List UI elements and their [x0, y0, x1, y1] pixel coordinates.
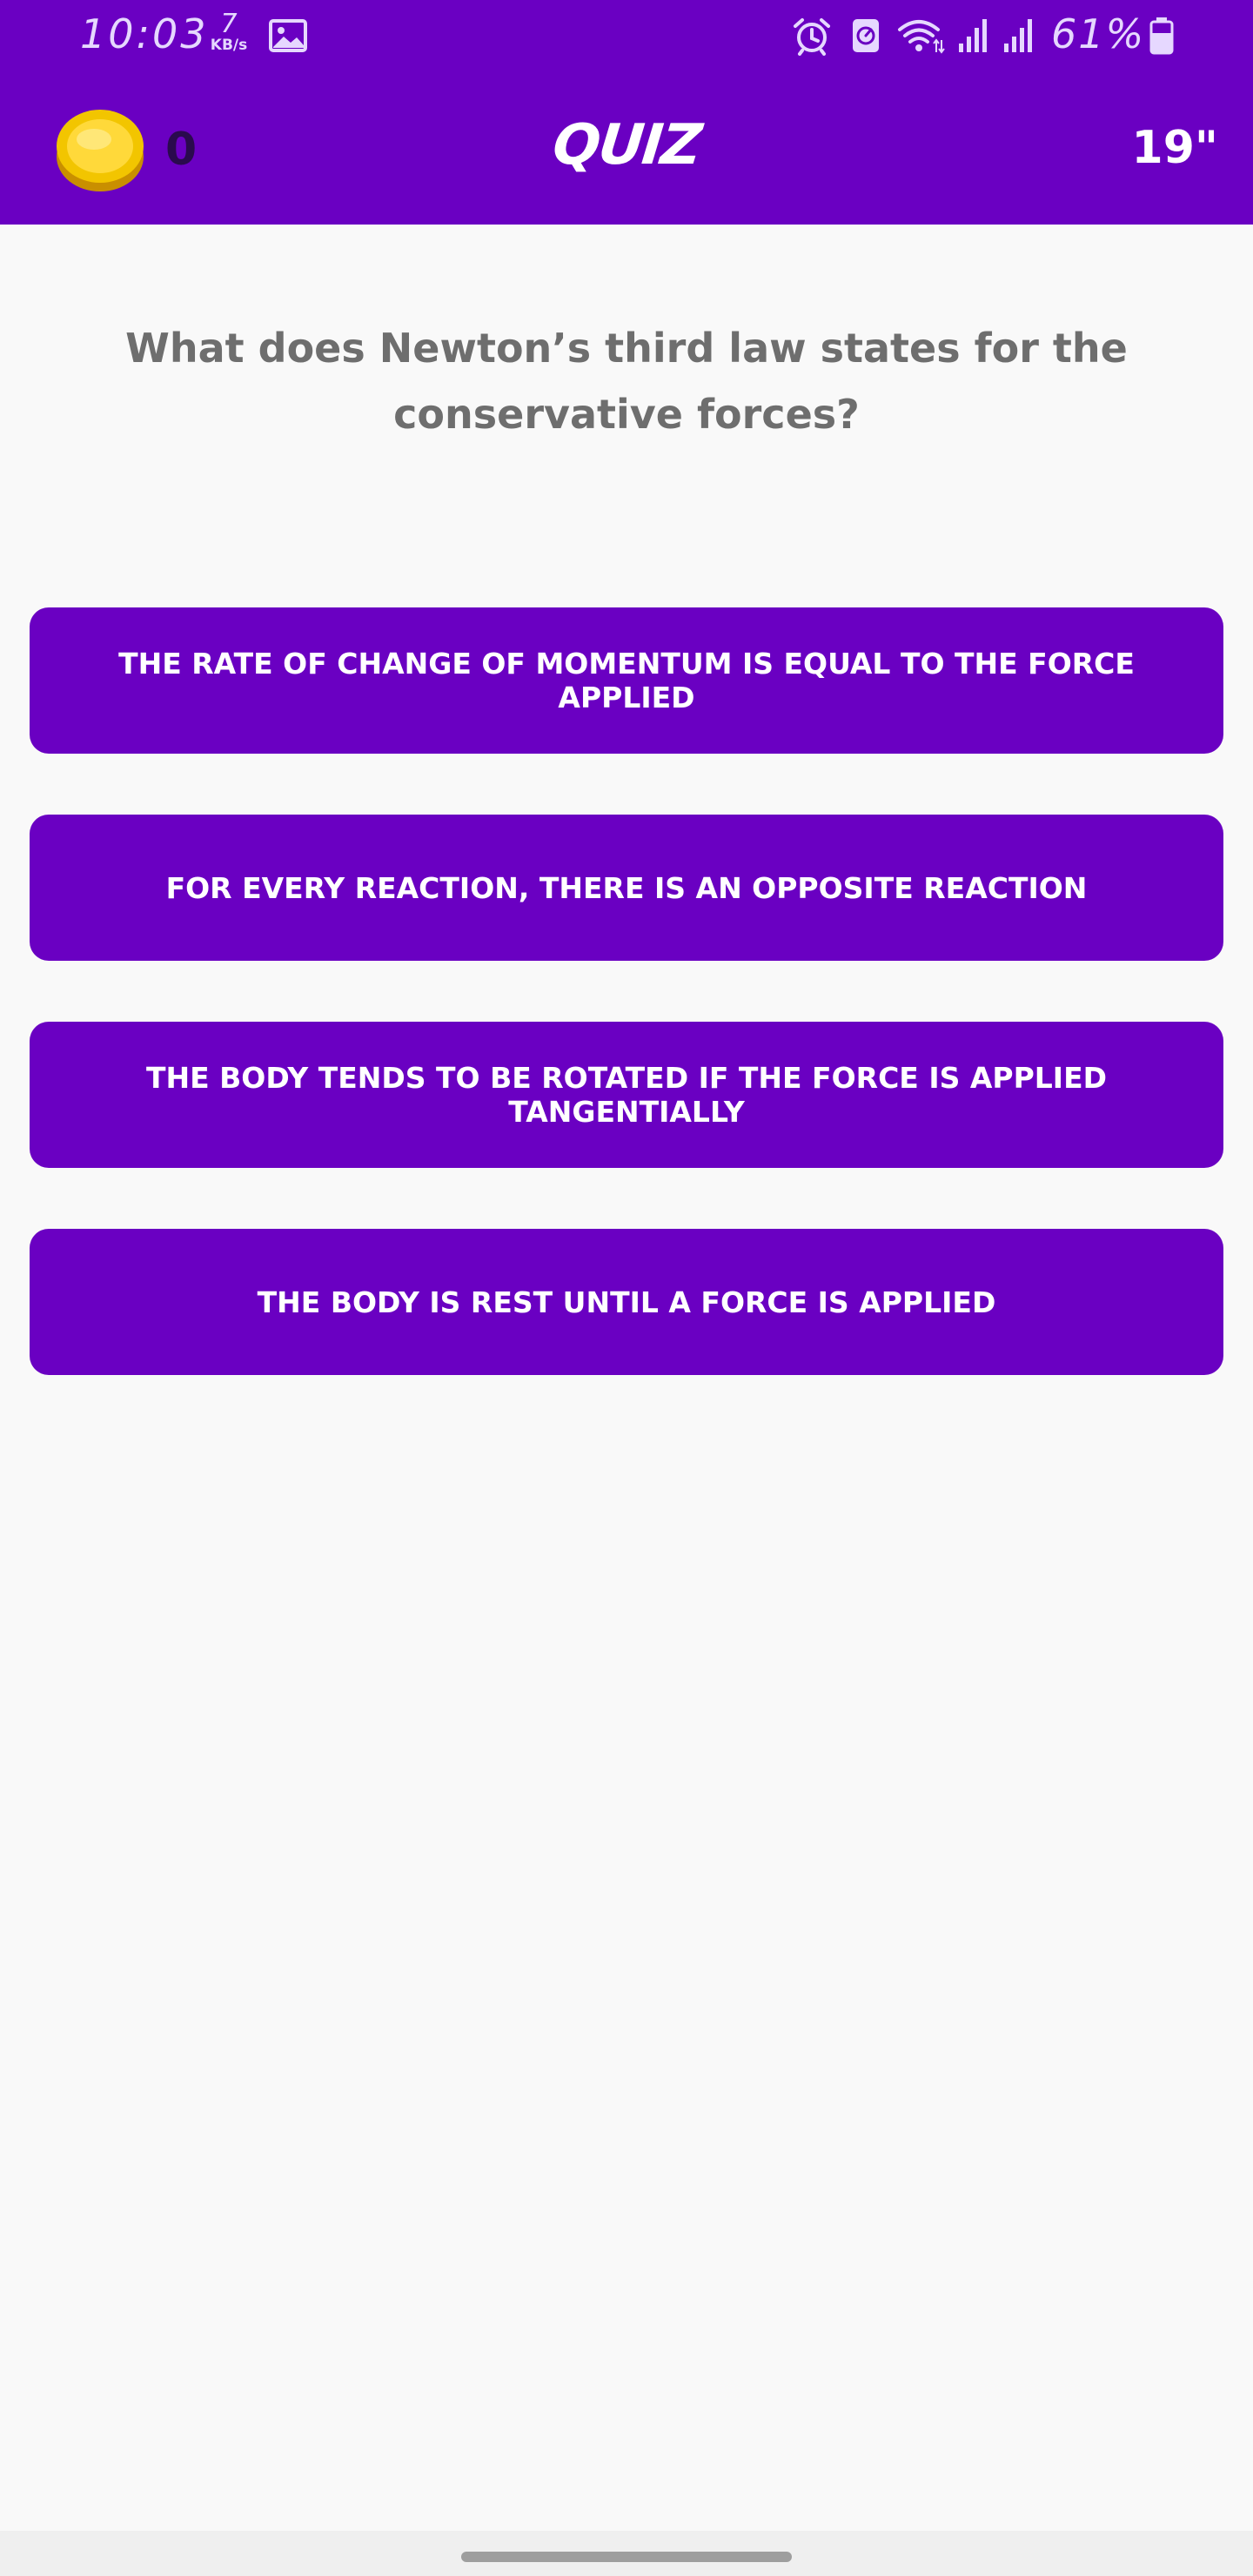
app-title: QUIZ — [549, 113, 704, 178]
home-gesture-handle[interactable] — [461, 2552, 792, 2562]
navigation-bar — [0, 2531, 1253, 2576]
battery-icon — [1149, 17, 1174, 55]
status-time: 10:03 — [80, 10, 209, 57]
alarm-icon — [794, 18, 830, 56]
header: 10:03 7 KB/s 61% 0 QUIZ 19" — [0, 0, 1253, 225]
coin-count: 0 — [165, 124, 198, 176]
data-saver-icon — [853, 19, 879, 52]
network-speed: 7 KB/s — [205, 9, 252, 55]
answer-option-4[interactable]: THE BODY IS REST UNTIL A FORCE IS APPLIE… — [30, 1229, 1223, 1375]
status-bar: 10:03 7 KB/s 61% — [0, 0, 1253, 75]
wifi-icon — [898, 20, 945, 54]
signal-icon — [1004, 19, 1032, 52]
network-speed-unit: KB/s — [210, 37, 248, 54]
answer-option-3[interactable]: THE BODY TENDS TO BE ROTATED IF THE FORC… — [30, 1022, 1223, 1168]
question-text: What does Newton’s third law states for … — [125, 325, 1128, 438]
answer-option-1[interactable]: THE RATE OF CHANGE OF MOMENTUM IS EQUAL … — [30, 607, 1223, 754]
coin-icon — [57, 110, 144, 191]
battery-percent: 61% — [1051, 10, 1146, 57]
timer: 19" — [1131, 122, 1218, 174]
network-speed-value: 7 — [220, 9, 238, 39]
signal-icon — [959, 19, 987, 52]
answer-option-2[interactable]: FOR EVERY REACTION, THERE IS AN OPPOSITE… — [30, 815, 1223, 961]
gallery-icon — [269, 19, 307, 52]
